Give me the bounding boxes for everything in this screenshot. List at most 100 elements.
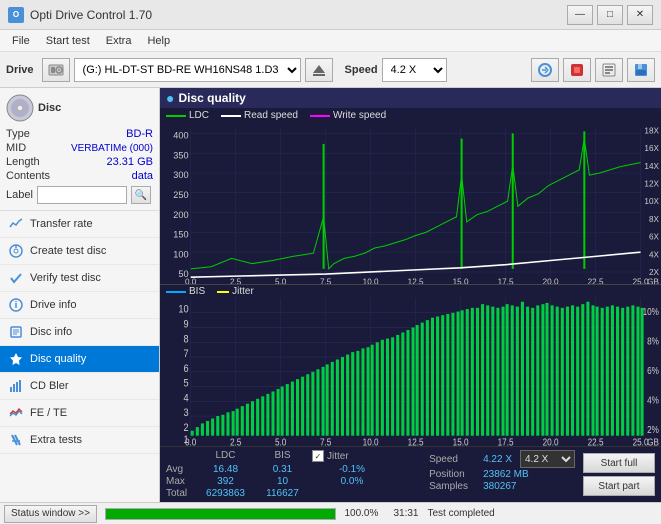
disc-label-input[interactable] bbox=[37, 186, 127, 204]
svg-text:2.5: 2.5 bbox=[230, 437, 241, 446]
nav-verify-test-disc-label: Verify test disc bbox=[30, 272, 101, 284]
toolbar-btn-save[interactable] bbox=[627, 58, 655, 82]
start-buttons-area: Start full Start part bbox=[583, 450, 655, 499]
status-window-button[interactable]: Status window >> bbox=[4, 505, 97, 523]
nav-extra-tests[interactable]: Extra tests bbox=[0, 427, 159, 454]
fe-te-icon bbox=[8, 405, 24, 421]
svg-text:150: 150 bbox=[173, 230, 188, 240]
legend-read-speed: Read speed bbox=[221, 110, 298, 121]
disc-label-btn[interactable]: 🔍 bbox=[131, 186, 151, 204]
stats-jitter-label: Jitter bbox=[327, 451, 349, 462]
speed-row: Speed 4.22 X 4.2 X bbox=[429, 450, 575, 468]
nav-transfer-rate[interactable]: Transfer rate bbox=[0, 211, 159, 238]
close-button[interactable]: ✕ bbox=[627, 5, 653, 25]
svg-text:5.0: 5.0 bbox=[275, 437, 286, 446]
svg-text:12.5: 12.5 bbox=[408, 437, 424, 446]
nav-disc-quality-label: Disc quality bbox=[30, 353, 86, 365]
nav-fe-te-label: FE / TE bbox=[30, 407, 67, 419]
stats-max-row: Max 392 10 0.0% bbox=[166, 476, 421, 487]
svg-text:8%: 8% bbox=[647, 336, 659, 347]
svg-text:2%: 2% bbox=[647, 425, 659, 436]
svg-text:15.0: 15.0 bbox=[453, 437, 469, 446]
maximize-button[interactable]: □ bbox=[597, 5, 623, 25]
toolbar-btn-3[interactable] bbox=[595, 58, 623, 82]
position-stat-label: Position bbox=[429, 469, 479, 480]
svg-text:4X: 4X bbox=[649, 250, 659, 259]
nav-drive-info[interactable]: Drive info bbox=[0, 292, 159, 319]
drive-label: Drive bbox=[6, 64, 34, 76]
top-chart-legend: LDC Read speed Write speed bbox=[160, 108, 661, 123]
position-stat-value: 23862 MB bbox=[483, 469, 529, 480]
stats-avg-ldc: 16.48 bbox=[198, 464, 253, 475]
jitter-checkbox[interactable]: ✓ bbox=[312, 450, 324, 462]
disc-label-row: Label 🔍 bbox=[6, 186, 153, 204]
legend-read-speed-label: Read speed bbox=[244, 110, 298, 121]
drive-select[interactable]: (G:) HL-DT-ST BD-RE WH16NS48 1.D3 bbox=[74, 58, 301, 82]
svg-text:5: 5 bbox=[184, 378, 189, 390]
svg-text:7.5: 7.5 bbox=[320, 437, 331, 446]
disc-contents-label: Contents bbox=[6, 170, 50, 182]
minimize-button[interactable]: — bbox=[567, 5, 593, 25]
menu-start-test[interactable]: Start test bbox=[38, 33, 98, 49]
svg-text:350: 350 bbox=[173, 150, 188, 160]
start-full-button[interactable]: Start full bbox=[583, 453, 655, 473]
stats-total-label: Total bbox=[166, 488, 196, 499]
nav-disc-info[interactable]: Disc info bbox=[0, 319, 159, 346]
right-panel: ● Disc quality LDC Read speed Write spee… bbox=[160, 88, 661, 502]
menu-file[interactable]: File bbox=[4, 33, 38, 49]
svg-text:10X: 10X bbox=[644, 197, 659, 206]
drive-icon-btn[interactable] bbox=[42, 58, 70, 82]
disc-label-label: Label bbox=[6, 189, 33, 201]
nav-fe-te[interactable]: FE / TE bbox=[0, 400, 159, 427]
speed-dropdown[interactable]: 4.2 X bbox=[520, 450, 575, 468]
svg-text:4%: 4% bbox=[647, 396, 659, 407]
disc-length-value: 23.31 GB bbox=[107, 156, 153, 168]
stats-max-bis: 10 bbox=[255, 476, 310, 487]
eject-btn[interactable] bbox=[305, 58, 333, 82]
app-icon: O bbox=[8, 7, 24, 23]
toolbar-btn-1[interactable] bbox=[531, 58, 559, 82]
svg-text:6X: 6X bbox=[649, 233, 659, 242]
disc-info-icon bbox=[8, 324, 24, 340]
svg-text:12.5: 12.5 bbox=[408, 277, 424, 284]
disc-mid-label: MID bbox=[6, 142, 26, 154]
nav-create-test-disc-label: Create test disc bbox=[30, 245, 106, 257]
svg-text:9: 9 bbox=[184, 319, 189, 331]
nav-create-test-disc[interactable]: Create test disc bbox=[0, 238, 159, 265]
menu-help[interactable]: Help bbox=[139, 33, 178, 49]
svg-text:2X: 2X bbox=[649, 268, 659, 277]
toolbar-btn-2[interactable] bbox=[563, 58, 591, 82]
bottom-chart-legend: BIS Jitter bbox=[160, 285, 661, 298]
nav-verify-test-disc[interactable]: Verify test disc bbox=[0, 265, 159, 292]
stats-jitter-header: ✓ Jitter bbox=[312, 450, 392, 462]
speed-select[interactable]: 4.2 X bbox=[382, 58, 447, 82]
create-test-disc-icon bbox=[8, 243, 24, 259]
menu-extra[interactable]: Extra bbox=[98, 33, 140, 49]
legend-bis-label: BIS bbox=[189, 286, 205, 297]
disc-length-row: Length 23.31 GB bbox=[6, 156, 153, 168]
svg-text:10.0: 10.0 bbox=[363, 277, 379, 284]
legend-write-speed: Write speed bbox=[310, 110, 386, 121]
svg-text:GB: GB bbox=[647, 277, 659, 284]
app-title: Opti Drive Control 1.70 bbox=[30, 8, 152, 22]
disc-section-label: Disc bbox=[38, 102, 61, 114]
nav-disc-info-label: Disc info bbox=[30, 326, 72, 338]
disc-mid-row: MID VERBATIMe (000) bbox=[6, 142, 153, 154]
progress-text: 100.0% bbox=[344, 508, 389, 519]
nav-cd-bler[interactable]: CD Bler bbox=[0, 373, 159, 400]
chart-header: ● Disc quality bbox=[160, 88, 661, 108]
start-part-button[interactable]: Start part bbox=[583, 476, 655, 496]
stats-total-bis: 116627 bbox=[255, 488, 310, 499]
stats-ldc-header: LDC bbox=[198, 450, 253, 462]
top-chart-container: 400 350 300 250 200 150 100 50 18X 16X 1… bbox=[160, 123, 661, 285]
legend-write-speed-label: Write speed bbox=[333, 110, 386, 121]
bottom-chart-container: 10 9 8 7 6 5 4 3 2 1 10% 8% 6% 4% 2% bbox=[160, 298, 661, 446]
stats-columns: LDC BIS ✓ Jitter Avg 16.48 0.31 -0.1% bbox=[166, 450, 421, 499]
svg-text:250: 250 bbox=[173, 190, 188, 200]
cd-bler-icon bbox=[8, 378, 24, 394]
svg-text:GB: GB bbox=[647, 437, 659, 446]
nav-disc-quality[interactable]: Disc quality bbox=[0, 346, 159, 373]
disc-type-value: BD-R bbox=[126, 128, 153, 140]
main-area: Disc Type BD-R MID VERBATIMe (000) Lengt… bbox=[0, 88, 661, 502]
stats-bis-header: BIS bbox=[255, 450, 310, 462]
